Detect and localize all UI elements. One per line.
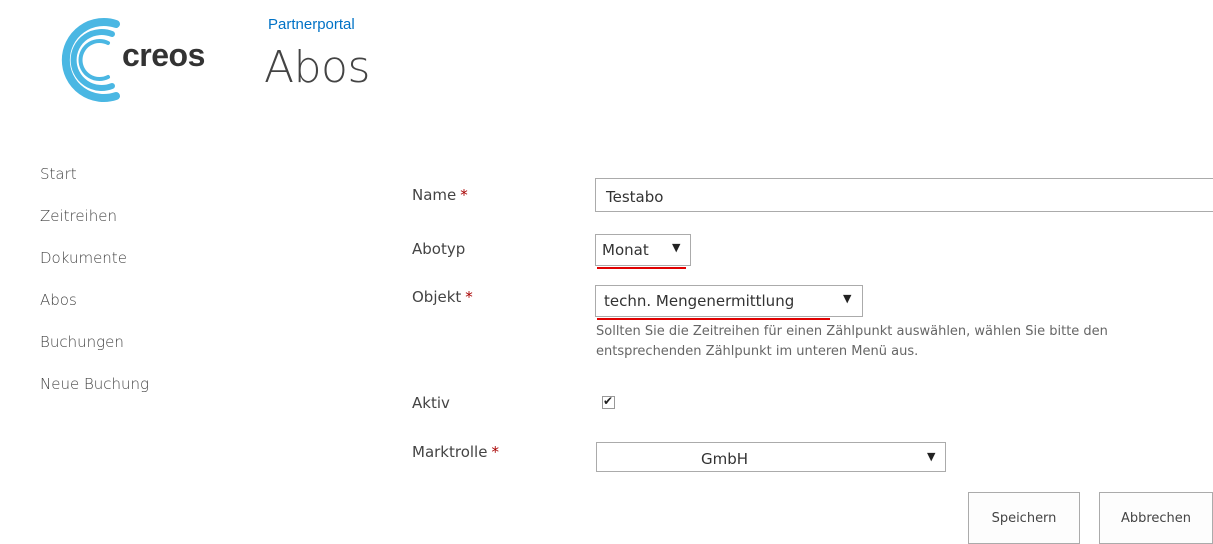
nav-item-start[interactable]: Start [40,165,77,183]
objekt-field-label: Objekt * [412,288,473,306]
nav-item-neue-buchung[interactable]: Neue Buchung [40,375,149,393]
nav-item-buchungen[interactable]: Buchungen [40,333,124,351]
marktrolle-field-label: Marktrolle * [412,443,499,461]
nav-item-zeitreihen[interactable]: Zeitreihen [40,207,117,225]
logo-wordmark: creos [122,37,205,73]
aktiv-field-label: Aktiv [412,394,450,412]
page-title: Abos [264,42,370,93]
name-field-label: Name * [412,186,468,204]
checkmark-icon: ✔ [603,394,614,408]
chevron-down-icon: ▼ [672,241,681,254]
nav-item-dokumente[interactable]: Dokumente [40,249,127,267]
marktrolle-label-text: Marktrolle [412,443,488,461]
chevron-down-icon: ▼ [927,450,936,463]
objekt-selected-value: techn. Mengenermittlung [604,292,795,310]
name-input[interactable]: Testabo [595,178,1213,212]
abotyp-selected-value: Monat [602,241,649,259]
objekt-help-text: Sollten Sie die Zeitreihen für einen Zäh… [596,324,1108,359]
required-marker: * [465,288,473,306]
nav-item-abos[interactable]: Abos [40,291,77,309]
abotyp-field-label: Abotyp [412,240,466,258]
required-marker: * [460,186,468,204]
required-marker: * [491,443,499,461]
name-label-text: Name [412,186,457,204]
abotyp-dropdown[interactable]: Monat ▼ [595,234,691,266]
marktrolle-dropdown[interactable]: GmbH ▼ [596,442,946,472]
save-button[interactable]: Speichern [968,492,1080,544]
site-title-link[interactable]: Partnerportal [268,16,355,33]
cancel-button[interactable]: Abbrechen [1099,492,1213,544]
highlight-underline [597,267,686,269]
objekt-dropdown[interactable]: techn. Mengenermittlung ▼ [595,285,863,317]
objekt-label-text: Objekt [412,288,462,306]
highlight-underline [597,318,830,320]
chevron-down-icon: ▼ [843,292,852,305]
marktrolle-selected-value: GmbH [701,450,749,468]
aktiv-checkbox[interactable]: ✔ [602,394,615,409]
